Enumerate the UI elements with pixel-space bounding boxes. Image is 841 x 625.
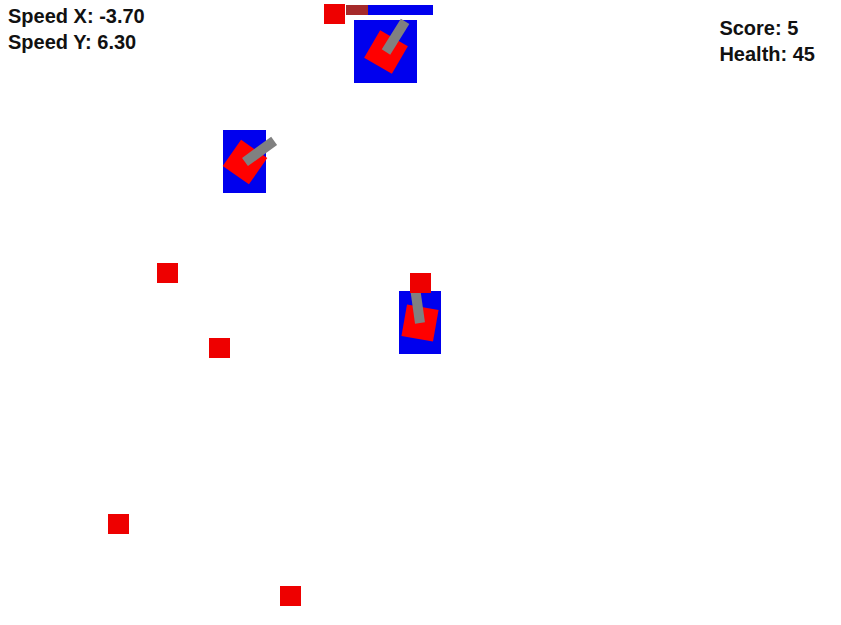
tank-health-fill — [346, 5, 368, 15]
bullet — [209, 338, 230, 358]
score-label: Score: 5 — [719, 16, 815, 40]
tank — [399, 291, 441, 354]
tank-health-bar — [346, 5, 433, 15]
tank — [354, 20, 417, 83]
bullet — [410, 273, 431, 293]
bullet — [324, 4, 345, 24]
status-readout: Score: 5Health: 45 — [719, 16, 815, 66]
bullet — [108, 514, 129, 534]
health-label: Health: 45 — [719, 42, 815, 66]
speed-readout: Speed X: -3.70Speed Y: 6.30 — [8, 4, 145, 66]
speed-x-label: Speed X: -3.70 — [8, 4, 145, 28]
bullet — [280, 586, 301, 606]
hud: Speed X: -3.70Speed Y: 6.30 Score: 5Healt… — [8, 4, 815, 66]
game-canvas[interactable]: Speed X: -3.70Speed Y: 6.30 Score: 5Healt… — [0, 0, 841, 625]
tank — [223, 130, 266, 193]
speed-y-label: Speed Y: 6.30 — [8, 30, 145, 54]
bullet — [157, 263, 178, 283]
